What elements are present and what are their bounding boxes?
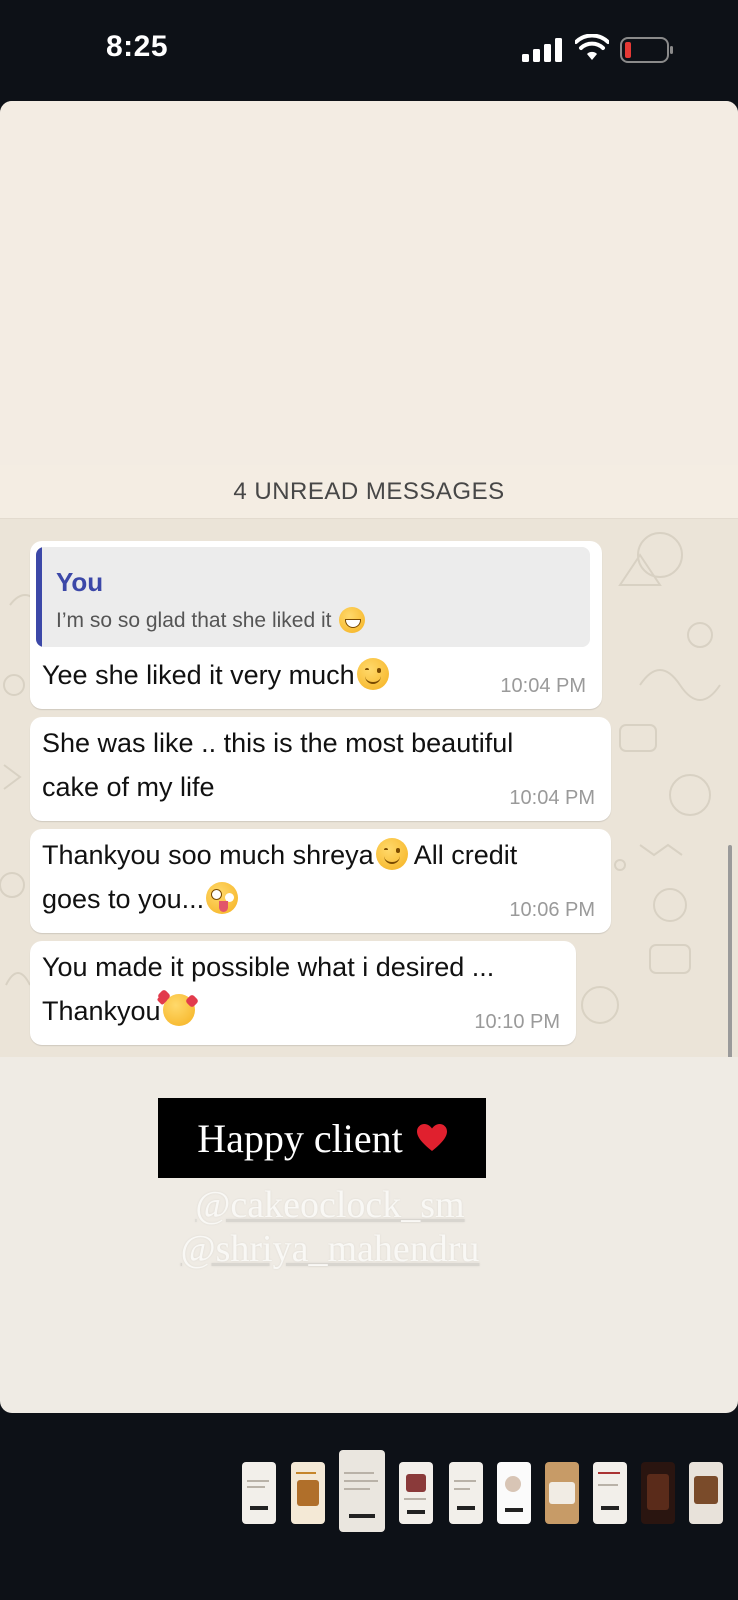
unread-messages-banner: 4 UNREAD MESSAGES — [0, 465, 738, 519]
quote-accent-bar — [36, 547, 42, 647]
story-card[interactable]: 4 UNREAD MESSAGES You I’m so so glad tha… — [0, 101, 738, 1413]
message-text: Thankyou — [42, 989, 195, 1033]
message-text: goes to you... — [42, 877, 239, 921]
story-thumbnail[interactable] — [497, 1462, 531, 1524]
chat-scroll-indicator — [728, 845, 732, 1057]
story-thumbnail[interactable] — [399, 1462, 433, 1524]
quoted-reply: You I’m so so glad that she liked it — [36, 547, 590, 647]
message-text: Yee she liked it very much — [42, 653, 389, 697]
message-bubble: You made it possible what i desired ... … — [30, 941, 576, 1045]
story-thumbnail[interactable] — [449, 1462, 483, 1524]
caption-sticker: Happy client — [158, 1098, 486, 1178]
battery-low-icon — [620, 37, 673, 63]
status-time: 8:25 — [106, 30, 169, 63]
message-text: You made it possible what i desired ... — [42, 952, 495, 982]
chat-screenshot: 4 UNREAD MESSAGES You I’m so so glad tha… — [0, 465, 738, 1057]
quote-author: You — [56, 567, 104, 597]
message-bubble: She was like .. this is the most beautif… — [30, 717, 611, 821]
status-bar: 8:25 — [0, 0, 738, 100]
caption-text: Happy client — [197, 1115, 403, 1161]
story-thumbnail[interactable] — [242, 1462, 276, 1524]
message-time: 10:04 PM — [500, 675, 586, 697]
message-bubble: You I’m so so glad that she liked it Yee… — [30, 541, 602, 709]
mention-tag[interactable]: @shriya_mahendru — [0, 1227, 660, 1271]
story-thumbnail-current[interactable] — [339, 1450, 385, 1532]
smiling-face-icon — [375, 838, 408, 870]
message-text: She was like .. this is the most beautif… — [42, 728, 514, 758]
message-text: cake of my life — [42, 772, 215, 802]
message-time: 10:04 PM — [509, 787, 595, 809]
smiling-face-icon — [356, 658, 389, 690]
quote-text: I’m so so glad that she liked it — [56, 607, 366, 633]
story-viewer: 8:25 4 UNREAD MESSAGES You I’m so so gla… — [0, 0, 738, 1600]
zany-face-icon — [206, 882, 239, 914]
story-thumbnail[interactable] — [593, 1462, 627, 1524]
story-thumbnail[interactable] — [291, 1462, 325, 1524]
mention-tag[interactable]: @cakeoclock_sm — [0, 1183, 660, 1227]
message-text: Thankyou soo much shreya All credit — [42, 838, 518, 870]
story-thumbnail-strip — [0, 1450, 738, 1540]
story-background-top — [0, 101, 738, 465]
message-bubble: Thankyou soo much shreya All credit goes… — [30, 829, 611, 933]
red-heart-icon — [416, 1124, 447, 1151]
wifi-icon — [575, 34, 609, 60]
message-time: 10:06 PM — [509, 899, 595, 921]
cellular-signal-icon — [522, 38, 562, 62]
smiling-face-with-hearts-icon — [162, 994, 195, 1026]
grinning-face-icon — [339, 607, 366, 633]
message-time: 10:10 PM — [474, 1011, 560, 1033]
story-thumbnail[interactable] — [689, 1462, 723, 1524]
story-thumbnail[interactable] — [641, 1462, 675, 1524]
story-thumbnail[interactable] — [545, 1462, 579, 1524]
